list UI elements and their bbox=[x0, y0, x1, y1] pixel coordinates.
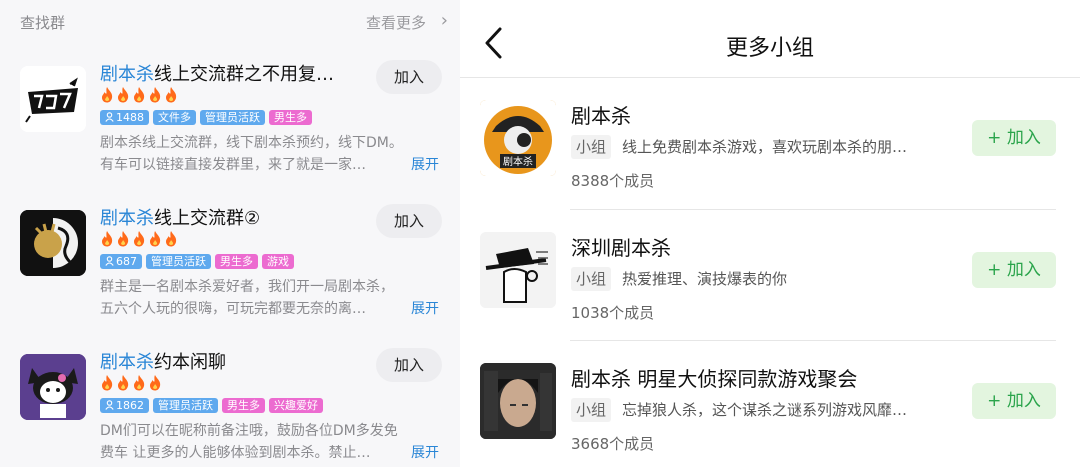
group-tag: 管理员活跃 bbox=[200, 110, 265, 125]
flame-icon bbox=[164, 86, 178, 103]
group-result-item[interactable]: 剧本杀线上交流群② 687 管理员活跃 男生多 游戏 群主是一名剧本杀爱好者，我们开一… bbox=[0, 188, 462, 338]
group-tag: 兴趣爱好 bbox=[269, 398, 323, 413]
page-title: 更多小组 bbox=[725, 36, 814, 61]
group-tag: 男生多 bbox=[215, 254, 258, 269]
group-title: 剧本杀 bbox=[571, 104, 631, 128]
person-icon bbox=[105, 399, 116, 412]
group-tag: 游戏 bbox=[262, 254, 294, 269]
group-avatar bbox=[20, 354, 86, 420]
expand-link[interactable]: 展开 bbox=[411, 442, 439, 462]
flame-icon bbox=[100, 230, 114, 247]
flame-icon bbox=[132, 374, 146, 391]
view-more-link[interactable]: 查看更多 bbox=[366, 12, 426, 33]
expand-link[interactable]: 展开 bbox=[411, 298, 439, 318]
group-search-panel: 查找群 查看更多 › 剧本杀线上交流群之不用复… 1488 文件多 管理员活跃 男生多… bbox=[0, 0, 462, 467]
join-button[interactable]: + 加入 bbox=[972, 383, 1056, 419]
join-button[interactable]: + 加入 bbox=[972, 120, 1056, 156]
group-type-badge: 小组 bbox=[571, 267, 612, 291]
group-description: 忘掉狼人杀，这个谋杀之谜系列游戏风靡… bbox=[622, 401, 908, 419]
member-count-tag: 1862 bbox=[100, 398, 149, 413]
flame-icon bbox=[116, 86, 130, 103]
group-avatar bbox=[20, 210, 86, 276]
flame-icon bbox=[148, 86, 162, 103]
activity-flames bbox=[100, 374, 164, 392]
join-button[interactable]: 加入 bbox=[376, 348, 442, 382]
group-avatar: 剧本杀 bbox=[480, 100, 556, 176]
group-tag: 管理员活跃 bbox=[153, 398, 218, 413]
group-tags: 1862 管理员活跃 男生多 兴趣爱好 bbox=[100, 398, 327, 415]
group-result-item[interactable]: 剧本杀约本闲聊 1862 管理员活跃 男生多 兴趣爱好 DM们可以在昵称前备注哦，鼓励… bbox=[0, 332, 462, 467]
group-description: DM们可以在昵称前备注哦，鼓励各位DM多发免 费车 让更多的人能够体验到剧本杀。… bbox=[100, 423, 398, 461]
member-count-tag: 1488 bbox=[100, 110, 149, 125]
join-button[interactable]: 加入 bbox=[376, 204, 442, 238]
more-groups-panel: 更多小组 剧本杀 剧本杀 小组 线上免费剧本杀游戏，喜欢玩剧本杀的朋… 8388… bbox=[460, 0, 1080, 467]
group-description: 群主是一名剧本杀爱好者，我们开一局剧本杀， 五六个人玩的很嗨，可玩完都要无奈的离… bbox=[100, 279, 394, 317]
group-tags: 687 管理员活跃 男生多 游戏 bbox=[100, 254, 298, 271]
flame-icon bbox=[148, 230, 162, 247]
group-title: 剧本杀约本闲聊 bbox=[100, 352, 226, 373]
group-type-badge: 小组 bbox=[571, 398, 612, 422]
group-title: 剧本杀线上交流群之不用复… bbox=[100, 64, 334, 85]
group-tag: 男生多 bbox=[222, 398, 265, 413]
flame-icon bbox=[148, 374, 162, 391]
expand-link[interactable]: 展开 bbox=[411, 154, 439, 174]
flame-icon bbox=[100, 86, 114, 103]
group-result-item[interactable]: 剧本杀线上交流群之不用复… 1488 文件多 管理员活跃 男生多 剧本杀线上交流群，线… bbox=[0, 44, 462, 194]
person-icon bbox=[105, 255, 116, 268]
group-title: 深圳剧本杀 bbox=[571, 236, 671, 260]
group-tag: 管理员活跃 bbox=[146, 254, 211, 269]
svg-text:剧本杀: 剧本杀 bbox=[503, 155, 533, 168]
group-list-item[interactable]: 剧本杀 剧本杀 小组 线上免费剧本杀游戏，喜欢玩剧本杀的朋… 8388个成员 +… bbox=[460, 78, 1080, 210]
flame-icon bbox=[132, 86, 146, 103]
group-tags: 1488 文件多 管理员活跃 男生多 bbox=[100, 110, 316, 127]
member-count: 8388个成员 bbox=[571, 172, 655, 190]
flame-icon bbox=[116, 230, 130, 247]
group-list-item[interactable]: 深圳剧本杀 小组 热爱推理、演技爆表的你 1038个成员 + 加入 bbox=[460, 210, 1080, 342]
group-type-badge: 小组 bbox=[571, 135, 612, 159]
activity-flames bbox=[100, 86, 180, 104]
group-avatar bbox=[480, 363, 556, 439]
chevron-right-icon[interactable]: › bbox=[441, 10, 448, 31]
group-list-item[interactable]: 剧本杀 明星大侦探同款游戏聚会 小组 忘掉狼人杀，这个谋杀之谜系列游戏风靡… 3… bbox=[460, 341, 1080, 467]
group-avatar bbox=[20, 66, 86, 132]
group-description: 剧本杀线上交流群，线下剧本杀预约，线下DM。 有车可以链接直接发群里，来了就是一… bbox=[100, 135, 403, 173]
person-icon bbox=[105, 111, 116, 124]
member-count-tag: 687 bbox=[100, 254, 142, 269]
flame-icon bbox=[100, 374, 114, 391]
flame-icon bbox=[132, 230, 146, 247]
flame-icon bbox=[164, 230, 178, 247]
group-title: 剧本杀 明星大侦探同款游戏聚会 bbox=[571, 367, 858, 391]
join-button[interactable]: + 加入 bbox=[972, 252, 1056, 288]
join-button[interactable]: 加入 bbox=[376, 60, 442, 94]
group-tag: 男生多 bbox=[269, 110, 312, 125]
group-title: 剧本杀线上交流群② bbox=[100, 208, 261, 229]
activity-flames bbox=[100, 230, 180, 248]
group-tag: 文件多 bbox=[153, 110, 196, 125]
flame-icon bbox=[116, 374, 130, 391]
group-description: 热爱推理、演技爆表的你 bbox=[622, 270, 788, 288]
section-title: 查找群 bbox=[20, 14, 66, 32]
group-description: 线上免费剧本杀游戏，喜欢玩剧本杀的朋… bbox=[622, 138, 908, 156]
member-count: 3668个成员 bbox=[571, 435, 655, 453]
member-count: 1038个成员 bbox=[571, 304, 655, 322]
group-avatar bbox=[480, 232, 556, 308]
